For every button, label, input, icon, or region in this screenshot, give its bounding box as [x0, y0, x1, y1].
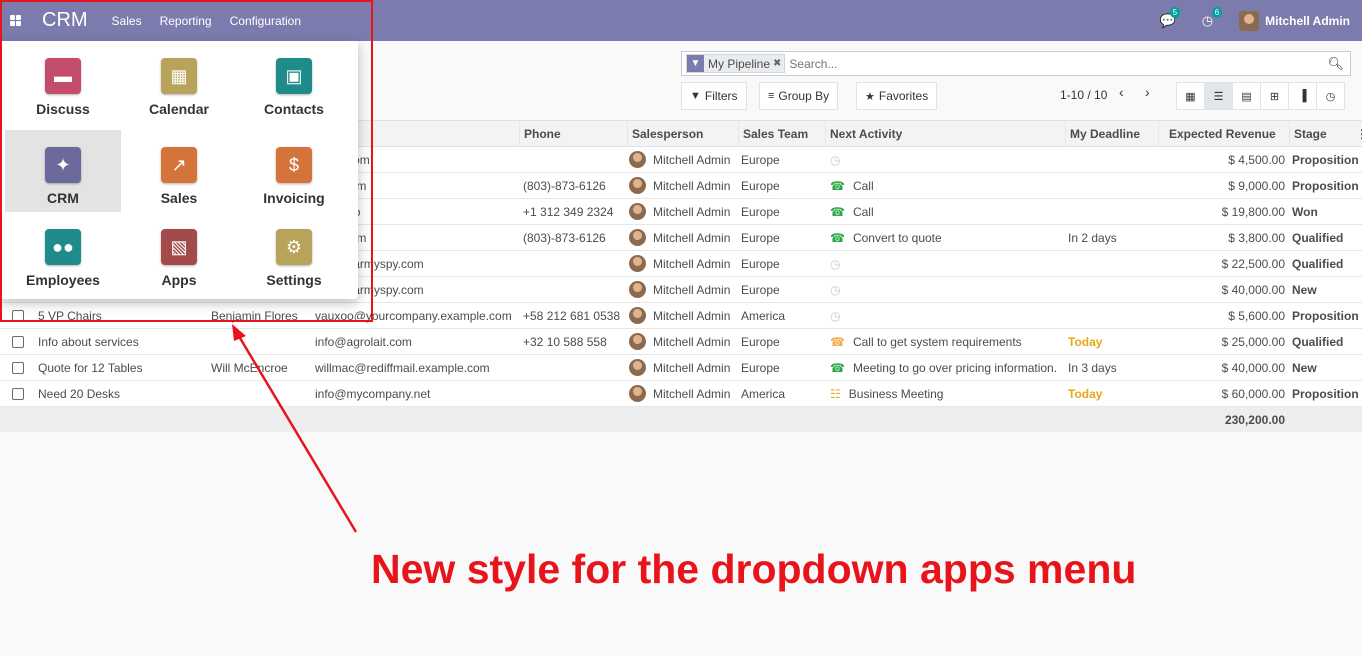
- annotation-text: New style for the dropdown apps menu: [371, 546, 1137, 592]
